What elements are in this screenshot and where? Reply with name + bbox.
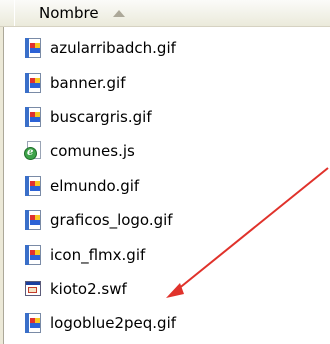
file-row[interactable]: e comunes.js bbox=[24, 134, 324, 168]
file-name: banner.gif bbox=[50, 73, 126, 92]
file-row[interactable]: icon_flmx.gif bbox=[24, 237, 324, 271]
gif-file-icon bbox=[24, 38, 42, 59]
file-row[interactable]: azularribadch.gif bbox=[24, 31, 324, 65]
file-name: azularribadch.gif bbox=[50, 39, 176, 58]
file-name: buscargris.gif bbox=[50, 107, 152, 126]
js-file-icon: e bbox=[24, 141, 42, 161]
file-row[interactable]: banner.gif bbox=[24, 65, 324, 99]
file-name: icon_flmx.gif bbox=[50, 245, 146, 264]
tree-pane-edge bbox=[0, 27, 4, 344]
gif-file-icon bbox=[24, 106, 42, 127]
file-name: logoblue2peq.gif bbox=[50, 314, 177, 333]
file-list: azularribadch.gif banner.gif buscargris.… bbox=[24, 31, 324, 341]
gif-file-icon bbox=[24, 72, 42, 93]
file-row[interactable]: kioto2.swf bbox=[24, 272, 324, 306]
file-name: elmundo.gif bbox=[50, 176, 140, 195]
file-row[interactable]: graficos_logo.gif bbox=[24, 203, 324, 237]
file-row[interactable]: elmundo.gif bbox=[24, 169, 324, 203]
file-row[interactable]: buscargris.gif bbox=[24, 100, 324, 134]
gif-file-icon bbox=[24, 210, 42, 231]
swf-file-icon bbox=[24, 279, 42, 299]
gif-file-icon bbox=[24, 175, 42, 196]
file-name: graficos_logo.gif bbox=[50, 211, 173, 230]
file-row[interactable]: logoblue2peq.gif bbox=[24, 306, 324, 340]
file-name: comunes.js bbox=[50, 142, 135, 161]
file-name: kioto2.swf bbox=[50, 279, 127, 298]
name-column-label: Nombre bbox=[39, 4, 99, 22]
column-header-bar: Nombre bbox=[0, 0, 330, 27]
name-column-header[interactable]: Nombre bbox=[14, 0, 330, 26]
sort-ascending-icon bbox=[112, 9, 125, 17]
gif-file-icon bbox=[24, 244, 42, 265]
file-explorer-list-view: Nombre azularribadch.gif banner.gif busc… bbox=[0, 0, 330, 344]
gif-file-icon bbox=[24, 313, 42, 334]
